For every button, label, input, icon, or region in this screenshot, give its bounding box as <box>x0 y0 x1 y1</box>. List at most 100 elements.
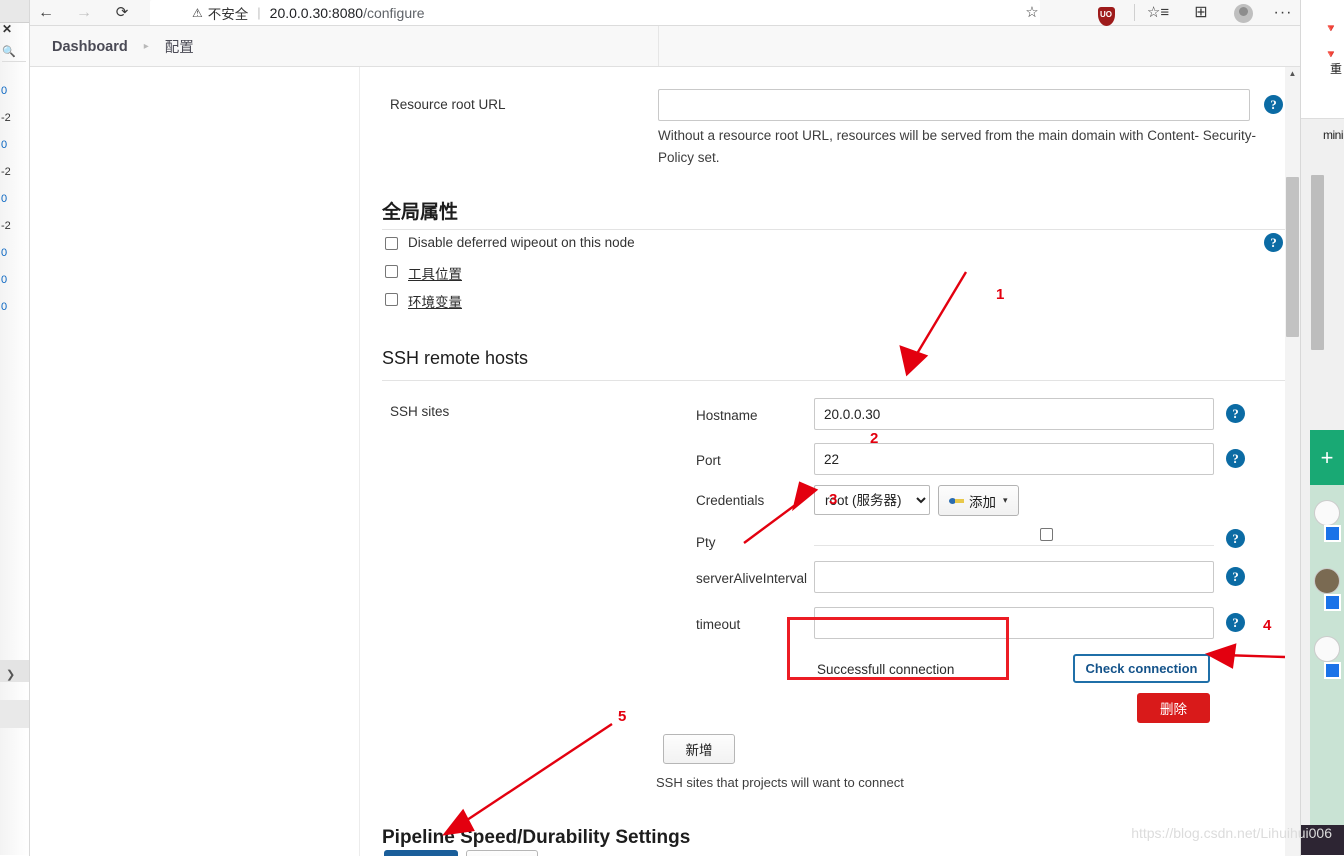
badge <box>1324 594 1341 611</box>
star-plus-icon[interactable]: ☆ <box>1020 1 1044 24</box>
pty-row-rule <box>814 545 1214 546</box>
add-credential-label: 添加 <box>969 494 996 510</box>
section-title-ssh-remote-hosts: SSH remote hosts <box>382 348 529 368</box>
profile-avatar-icon[interactable] <box>1230 1 1256 24</box>
help-icon-port[interactable]: ? <box>1226 449 1245 468</box>
toolbar-divider <box>1134 4 1135 21</box>
breadcrumb-separator: ▸ <box>143 41 149 52</box>
hint-line-1: Without a resource root URL, resources w… <box>658 128 1199 143</box>
page-body: Resource root URL ? Without a resource r… <box>30 67 1300 856</box>
credentials-label: Credentials <box>696 493 765 508</box>
section-title-global-properties: 全局属性 <box>382 202 459 223</box>
chevron-down-icon: ▾ <box>1003 495 1008 505</box>
timeout-input[interactable] <box>814 607 1214 639</box>
checkbox-disable-deferred-wipeout[interactable] <box>385 237 398 250</box>
avatar <box>1314 636 1340 662</box>
back-button[interactable]: ← <box>34 1 58 24</box>
badge <box>1324 662 1341 679</box>
list-item: -2 <box>1 166 11 178</box>
check-connection-button[interactable]: Check connection <box>1073 654 1210 683</box>
server-alive-interval-input[interactable] <box>814 561 1214 593</box>
checkbox-label-disable-deferred-wipeout: Disable deferred wipeout on this node <box>408 235 635 250</box>
list-item: 0 <box>1 301 8 313</box>
omnibox-separator: | <box>257 5 261 20</box>
bg-left-search-icon: 🔍 <box>2 45 26 62</box>
list-item: 0 <box>1 247 8 259</box>
checkbox-label-environment-variables[interactable]: 环境变量 <box>408 291 462 311</box>
help-icon-pty[interactable]: ? <box>1226 529 1245 548</box>
hostname-input[interactable] <box>814 398 1214 430</box>
add-credential-button[interactable]: 添加 ▾ <box>938 485 1019 516</box>
ssh-sites-footer-hint: SSH sites that projects will want to con… <box>656 775 904 790</box>
help-icon-server-alive-interval[interactable]: ? <box>1226 567 1245 586</box>
annotation-marker-3: 3 <box>829 491 838 508</box>
section-rule <box>382 380 1288 381</box>
checkbox-label-tool-locations[interactable]: 工具位置 <box>408 263 462 283</box>
bg-left-close-icon: ✕ <box>2 22 13 36</box>
page-scrollbar[interactable]: ▲ <box>1285 67 1300 856</box>
breadcrumb-dashboard[interactable]: Dashboard <box>52 39 128 55</box>
header-divider <box>658 26 659 66</box>
delete-button[interactable]: 删除 <box>1137 693 1210 723</box>
address-bar-url: 20.0.0.30:8080/configure <box>270 5 425 21</box>
annotation-marker-2: 2 <box>870 430 879 447</box>
url-path: /configure <box>363 4 425 21</box>
checkbox-tool-locations[interactable] <box>385 265 398 278</box>
server-alive-interval-label: serverAliveInterval <box>696 571 808 586</box>
key-icon <box>949 495 965 506</box>
url-host: 20.0.0.30:8080 <box>269 4 364 21</box>
apply-button[interactable]: 应用 <box>466 850 538 856</box>
pty-checkbox[interactable] <box>1040 528 1053 541</box>
collections-icon[interactable]: ☆≡ <box>1145 1 1171 24</box>
timeout-label: timeout <box>696 617 741 632</box>
address-bar[interactable]: ⚠ 不安全 | 20.0.0.30:8080/configure <box>150 0 1040 25</box>
more-ellipsis-icon[interactable]: ··· <box>1270 1 1296 24</box>
badge <box>1324 525 1341 542</box>
browser-toolbar: ← → ⟳ ⚠ 不安全 | 20.0.0.30:8080/configure ☆… <box>30 0 1300 26</box>
scrollbar-thumb[interactable] <box>1286 177 1299 337</box>
avatar <box>1314 568 1340 594</box>
connection-status-message: Successfull connection <box>817 662 955 677</box>
help-icon-timeout[interactable]: ? <box>1226 613 1245 632</box>
help-icon-hostname[interactable]: ? <box>1226 404 1245 423</box>
list-item: -2 <box>1 112 11 124</box>
save-button[interactable]: 保存 <box>384 850 458 856</box>
scroll-up-arrow-icon[interactable]: ▲ <box>1285 67 1300 81</box>
section-rule <box>382 229 1288 230</box>
resource-root-url-label: Resource root URL <box>390 97 506 112</box>
breadcrumb: Dashboard ▸ 配置 <box>52 36 194 57</box>
breadcrumb-configure[interactable]: 配置 <box>165 36 194 57</box>
shield-badge-label: UO <box>1097 7 1115 26</box>
bg-chat-add-icon: + <box>1310 430 1344 485</box>
adblock-shield-icon[interactable]: UO <box>1093 1 1119 26</box>
port-input[interactable] <box>814 443 1214 475</box>
favorites-list-icon[interactable]: ⊞ <box>1188 1 1214 24</box>
pin-icon: 🔻 <box>1324 23 1338 35</box>
checkbox-environment-variables[interactable] <box>385 293 398 306</box>
bg-right-scrollbar-thumb <box>1311 175 1324 350</box>
section-title-pipeline-settings: Pipeline Speed/Durability Settings <box>382 827 691 848</box>
bg-right-text: mini <box>1322 128 1344 142</box>
warning-triangle-icon: ⚠ <box>192 5 203 20</box>
bg-left-band <box>0 700 30 728</box>
new-site-button[interactable]: 新增 <box>663 734 735 764</box>
annotation-marker-5: 5 <box>618 708 627 725</box>
watermark: https://blog.csdn.net/Lihuihui006 <box>1131 825 1332 841</box>
help-icon-resource-root[interactable]: ? <box>1264 95 1283 114</box>
list-item: 0 <box>1 139 8 151</box>
help-icon-global-properties[interactable]: ? <box>1264 233 1283 252</box>
resource-root-url-input[interactable] <box>658 89 1250 121</box>
port-label: Port <box>696 453 721 468</box>
configure-form: Resource root URL ? Without a resource r… <box>30 67 1296 856</box>
bg-left-titlebar <box>0 0 30 23</box>
page-header: Dashboard ▸ 配置 <box>30 26 1300 67</box>
background-window-right: 🔻 🔻 重 mini + <box>1299 0 1344 855</box>
security-label: 不安全 <box>207 6 249 22</box>
reload-button[interactable]: ⟳ <box>110 1 134 24</box>
pty-label: Pty <box>696 535 716 550</box>
bg-right-text: 重 <box>1329 62 1342 76</box>
bg-left-expand-icon: ❯ <box>6 669 16 681</box>
list-item: 0 <box>1 85 8 97</box>
forward-button[interactable]: → <box>72 1 96 24</box>
avatar <box>1314 500 1340 526</box>
